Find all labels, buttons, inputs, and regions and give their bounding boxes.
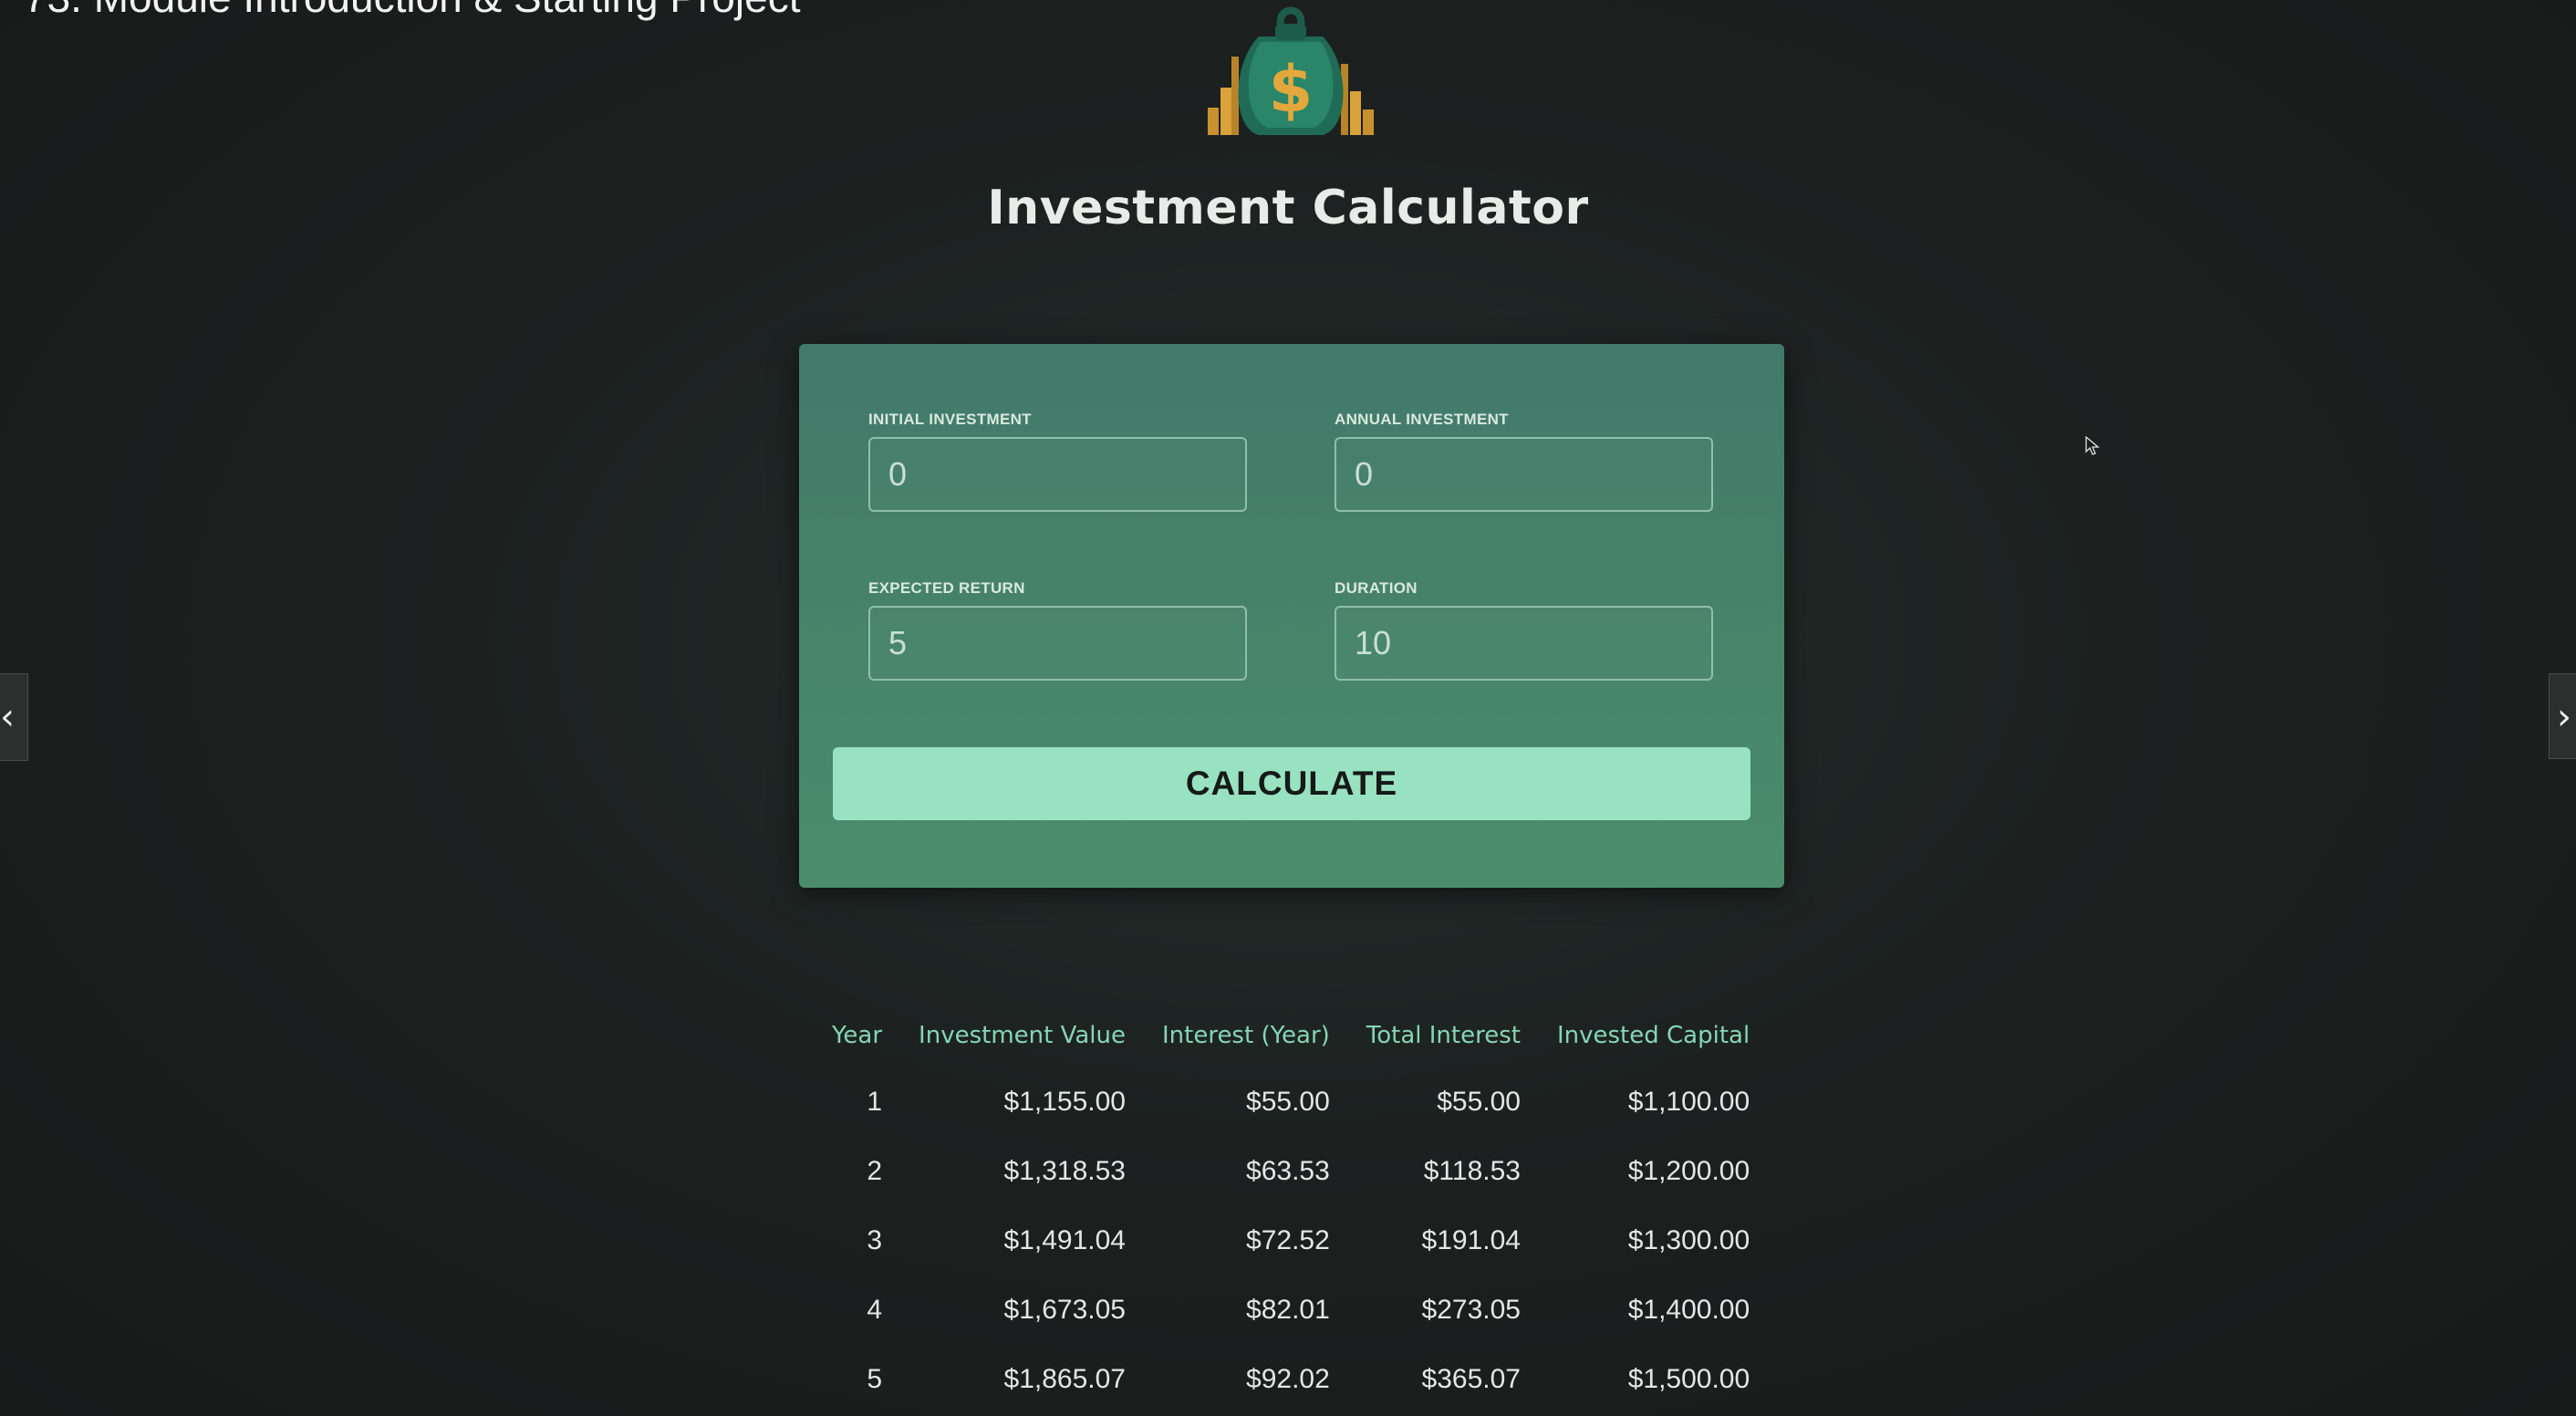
column-header-total-interest: Total Interest <box>1366 1022 1521 1049</box>
table-row: 5 $1,865.07 $92.02 $365.07 $1,500.00 <box>832 1345 1750 1414</box>
cell-total-interest: $118.53 <box>1423 1156 1521 1186</box>
mouse-cursor-icon <box>2085 436 2100 455</box>
table-row: 2 $1,318.53 $63.53 $118.53 $1,200.00 <box>832 1137 1750 1206</box>
cell-interest-year: $63.53 <box>1246 1156 1330 1186</box>
table-header-row: Year Investment Value Interest (Year) To… <box>832 1004 1750 1067</box>
page-title: Investment Calculator <box>987 181 1589 235</box>
cell-invested-capital: $1,100.00 <box>1627 1087 1750 1117</box>
cell-invested-capital: $1,300.00 <box>1627 1225 1750 1255</box>
column-header-interest-year: Interest (Year) <box>1161 1022 1330 1049</box>
cell-year: 5 <box>867 1364 883 1394</box>
cell-year: 3 <box>867 1225 883 1255</box>
annual-investment-label: ANNUAL INVESTMENT <box>1335 411 1509 428</box>
chevron-right-icon: › <box>2557 696 2571 738</box>
cell-year: 4 <box>867 1295 883 1325</box>
column-header-invested-capital: Invested Capital <box>1556 1022 1750 1049</box>
duration-label: DURATION <box>1335 579 1418 597</box>
table-row: 4 $1,673.05 $82.01 $273.05 $1,400.00 <box>832 1275 1750 1345</box>
initial-investment-input[interactable] <box>868 437 1247 512</box>
cell-year: 2 <box>867 1156 883 1186</box>
column-header-year: Year <box>832 1022 883 1049</box>
investment-form: INITIAL INVESTMENT ANNUAL INVESTMENT EXP… <box>799 344 1784 888</box>
cell-invested-capital: $1,200.00 <box>1627 1156 1750 1186</box>
cell-year: 1 <box>867 1087 883 1117</box>
expected-return-label: EXPECTED RETURN <box>868 579 1025 597</box>
cell-investment-value: $1,673.05 <box>1003 1295 1126 1325</box>
video-title: 73. Module Introduction & Starting Proje… <box>24 0 800 22</box>
svg-text:$: $ <box>1269 52 1314 127</box>
cell-total-interest: $55.00 <box>1437 1087 1521 1117</box>
calculate-button[interactable]: CALCULATE <box>833 747 1750 820</box>
cell-total-interest: $273.05 <box>1421 1295 1521 1325</box>
cell-total-interest: $191.04 <box>1421 1225 1521 1255</box>
expected-return-input[interactable] <box>868 606 1247 681</box>
cell-interest-year: $92.02 <box>1246 1364 1330 1394</box>
cell-total-interest: $365.07 <box>1421 1364 1521 1394</box>
initial-investment-label: INITIAL INVESTMENT <box>868 411 1032 428</box>
cell-invested-capital: $1,500.00 <box>1627 1364 1750 1394</box>
table-row: 1 $1,155.00 $55.00 $55.00 $1,100.00 <box>832 1067 1750 1137</box>
cell-investment-value: $1,155.00 <box>1003 1087 1126 1117</box>
annual-investment-input[interactable] <box>1335 437 1713 512</box>
cell-invested-capital: $1,400.00 <box>1627 1295 1750 1325</box>
chevron-left-icon: ‹ <box>0 696 15 738</box>
results-table: Year Investment Value Interest (Year) To… <box>832 1004 1750 1414</box>
table-row: 3 $1,491.04 $72.52 $191.04 $1,300.00 <box>832 1206 1750 1275</box>
next-slide-button[interactable]: › <box>2549 673 2576 759</box>
cell-interest-year: $72.52 <box>1246 1225 1330 1255</box>
column-header-investment-value: Investment Value <box>919 1022 1126 1049</box>
previous-slide-button[interactable]: ‹ <box>0 673 28 761</box>
cell-investment-value: $1,865.07 <box>1003 1364 1126 1394</box>
cell-interest-year: $82.01 <box>1246 1295 1330 1325</box>
duration-input[interactable] <box>1335 606 1713 681</box>
money-bag-dollar-icon: $ <box>1208 6 1374 135</box>
cell-investment-value: $1,491.04 <box>1003 1225 1126 1255</box>
cell-investment-value: $1,318.53 <box>1003 1156 1126 1186</box>
cell-interest-year: $55.00 <box>1246 1087 1330 1117</box>
